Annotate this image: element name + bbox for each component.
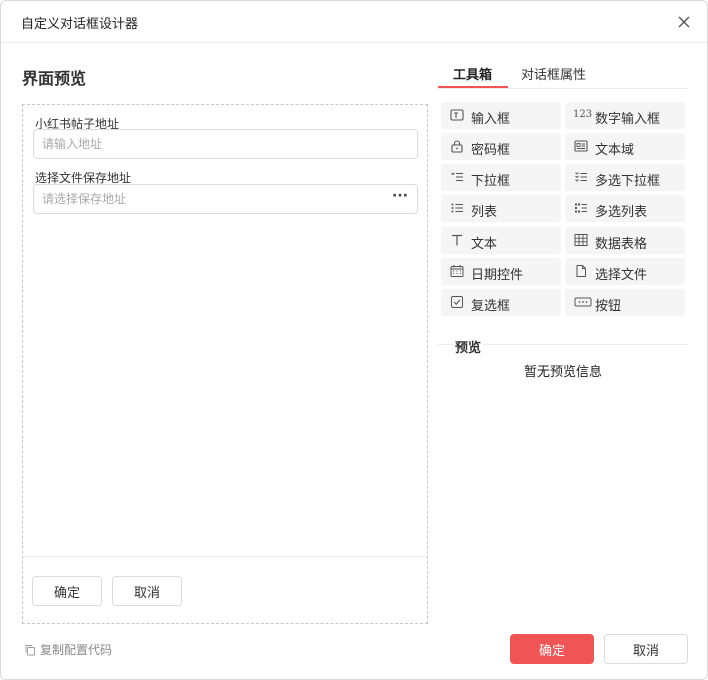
- dialog-titlebar: 自定义对话框设计器: [1, 1, 707, 43]
- tool-select-file[interactable]: 选择文件: [565, 258, 685, 285]
- number-123-icon: 123: [573, 109, 593, 120]
- button-icon: [574, 295, 592, 309]
- tab-toolbox[interactable]: 工具箱: [453, 64, 492, 83]
- checkbox-icon: [450, 295, 464, 309]
- preview-empty-text: 暂无预览信息: [523, 365, 602, 380]
- tool-button[interactable]: 按钮: [565, 289, 685, 316]
- dialog-title: 自定义对话框设计器: [21, 17, 139, 32]
- preview-cancel-button[interactable]: 取消: [112, 576, 182, 606]
- tool-text[interactable]: 文本: [441, 227, 561, 254]
- tool-multi-list[interactable]: 多选列表: [565, 195, 685, 222]
- tool-label: 密码框: [471, 143, 511, 158]
- tool-multi-dropdown[interactable]: 多选下拉框: [565, 164, 685, 191]
- tool-label: 文本域: [595, 143, 635, 158]
- preview-confirm-button[interactable]: 确定: [32, 576, 102, 606]
- tool-list[interactable]: 列表: [441, 195, 561, 222]
- copy-config-code[interactable]: 复制配置代码: [24, 641, 112, 658]
- dropdown-list-icon: [450, 170, 464, 184]
- tool-input-box[interactable]: 输入框: [441, 102, 561, 129]
- multi-list-icon: [574, 201, 588, 215]
- tool-label: 输入框: [471, 112, 511, 127]
- tool-label: 复选框: [471, 299, 511, 314]
- tool-data-table[interactable]: 数据表格: [565, 227, 685, 254]
- preview-canvas: 小红书帖子地址 选择文件保存地址 ··· 确定 取消: [22, 104, 428, 624]
- multi-dropdown-icon: [574, 170, 588, 184]
- save-path-field: ···: [33, 184, 418, 214]
- active-tab-underline: [438, 86, 508, 88]
- tool-label: 按钮: [595, 299, 622, 314]
- tool-label: 多选列表: [595, 205, 648, 220]
- tool-label: 多选下拉框: [595, 174, 661, 189]
- tool-date-picker[interactable]: 日期控件: [441, 258, 561, 285]
- table-grid-icon: [574, 233, 588, 247]
- text-t-icon: [450, 233, 464, 247]
- side-tabs: 工具箱 对话框属性: [438, 61, 688, 89]
- preview-divider: [23, 556, 427, 557]
- ok-button[interactable]: 确定: [510, 634, 594, 664]
- post-url-input[interactable]: [33, 129, 418, 159]
- preview-panel-title: 预览: [453, 337, 484, 356]
- list-icon: [450, 201, 464, 215]
- tool-checkbox[interactable]: 复选框: [441, 289, 561, 316]
- lock-icon: [450, 139, 464, 153]
- tool-label: 数字输入框: [595, 112, 661, 127]
- calendar-icon: [450, 264, 464, 278]
- tool-label: 选择文件: [595, 268, 648, 283]
- copy-config-label: 复制配置代码: [40, 643, 113, 657]
- tool-label: 文本: [471, 237, 498, 252]
- browse-ellipsis-icon[interactable]: ···: [392, 188, 408, 204]
- tool-textarea[interactable]: 文本域: [565, 133, 685, 160]
- tool-password[interactable]: 密码框: [441, 133, 561, 160]
- tool-label: 列表: [471, 205, 498, 220]
- tab-dialog-properties[interactable]: 对话框属性: [521, 64, 586, 83]
- preview-heading: 界面预览: [22, 69, 87, 88]
- textarea-icon: [574, 139, 588, 153]
- tool-dropdown[interactable]: 下拉框: [441, 164, 561, 191]
- tool-label: 数据表格: [595, 237, 648, 252]
- cancel-button[interactable]: 取消: [604, 634, 688, 664]
- tool-label: 日期控件: [471, 268, 524, 283]
- save-path-input[interactable]: [33, 184, 418, 214]
- tool-label: 下拉框: [471, 174, 511, 189]
- copy-icon: [24, 644, 36, 656]
- dialog: 自定义对话框设计器 界面预览 小红书帖子地址 选择文件保存地址 ··· 确定 取…: [0, 0, 708, 680]
- close-icon[interactable]: [675, 13, 693, 31]
- file-icon: [574, 264, 588, 278]
- input-box-icon: [450, 108, 464, 122]
- tool-number-input[interactable]: 123 数字输入框: [565, 102, 685, 129]
